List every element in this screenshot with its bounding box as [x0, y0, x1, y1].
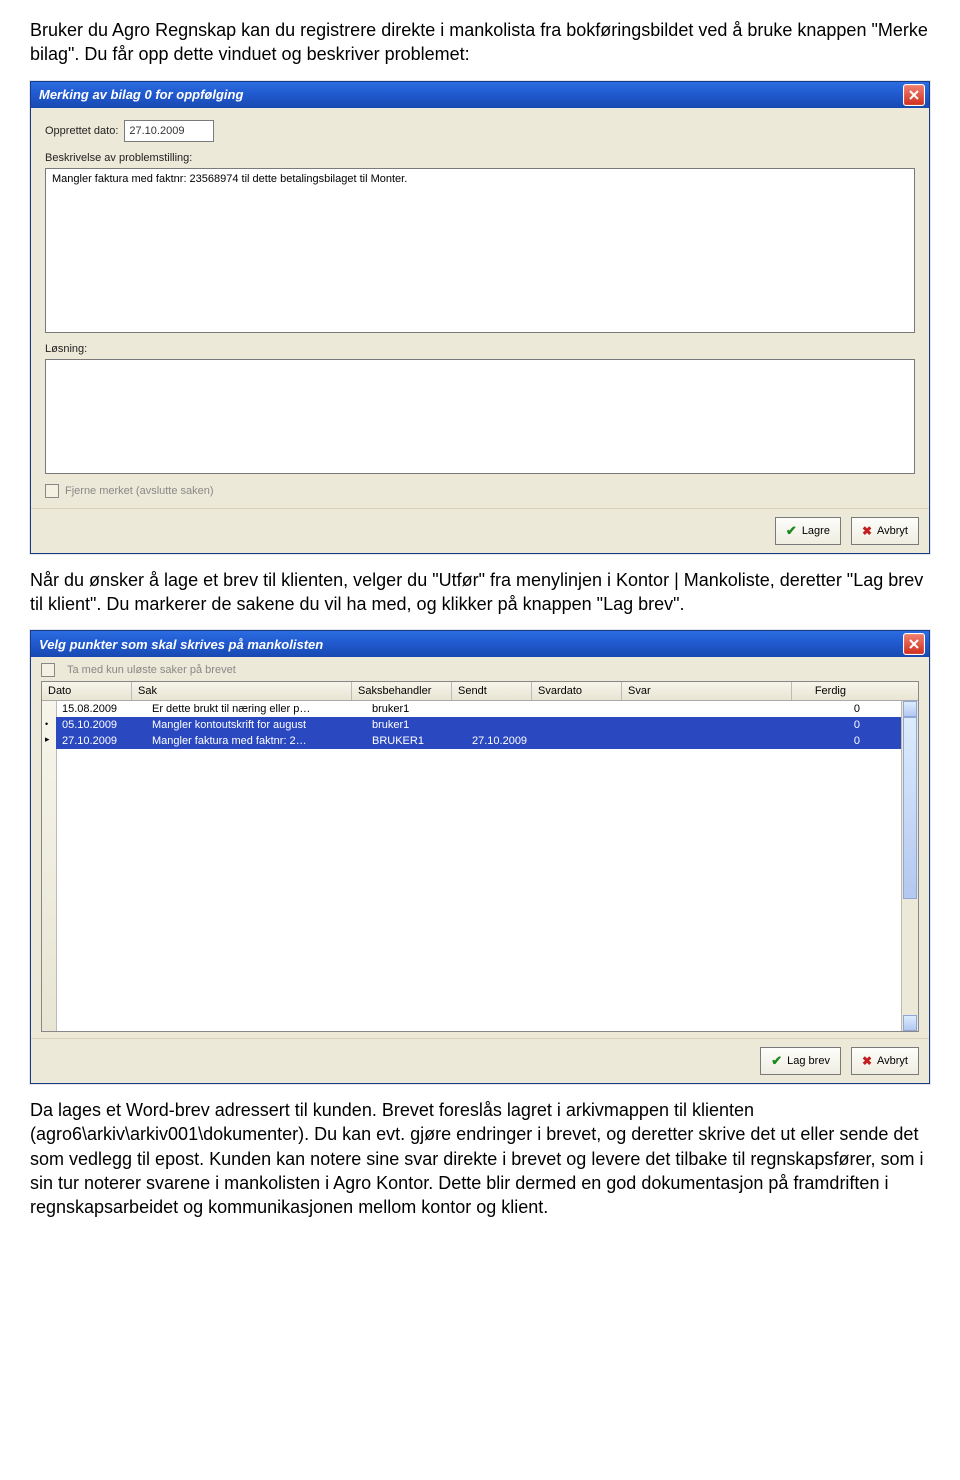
cell-sak: Mangler kontoutskrift for august [146, 717, 366, 733]
make-letter-button[interactable]: ✔ Lag brev [760, 1047, 841, 1075]
cell-svardato [546, 717, 636, 733]
grid-scrollbar[interactable] [901, 701, 918, 1031]
close-case-label: Fjerne merket (avslutte saken) [65, 485, 214, 497]
cancel-button-label: Avbryt [877, 1055, 908, 1067]
check-icon: ✔ [771, 1053, 782, 1069]
case-grid: Dato Sak Saksbehandler Sendt Svardato Sv… [41, 681, 919, 1032]
window-title: Velg punkter som skal skrives på mankoli… [39, 637, 323, 652]
dialog-merking-bilag: Merking av bilag 0 for oppfølging Oppret… [30, 81, 930, 554]
window-title: Merking av bilag 0 for oppfølging [39, 87, 243, 102]
created-date-field[interactable]: 27.10.2009 [124, 120, 214, 142]
col-saksbehandler[interactable]: Saksbehandler [352, 682, 452, 700]
cell-dato: 15.08.2009 [56, 701, 146, 717]
col-dato[interactable]: Dato [42, 682, 132, 700]
col-svardato[interactable]: Svardato [532, 682, 622, 700]
intro-paragraph-3: Da lages et Word-brev adressert til kund… [30, 1098, 930, 1219]
unsolved-only-checkbox[interactable] [41, 663, 55, 677]
save-button-label: Lagre [802, 525, 830, 537]
cell-saksbehandler: bruker1 [366, 717, 466, 733]
close-button[interactable] [903, 633, 925, 655]
close-case-checkbox[interactable] [45, 484, 59, 498]
intro-paragraph-1: Bruker du Agro Regnskap kan du registrer… [30, 18, 930, 67]
x-icon: ✖ [862, 1054, 872, 1068]
titlebar: Merking av bilag 0 for oppfølging [31, 82, 929, 108]
cell-ferdig: 0 [806, 717, 866, 733]
make-letter-label: Lag brev [787, 1055, 830, 1067]
intro-paragraph-2: Når du ønsker å lage et brev til kliente… [30, 568, 930, 617]
scroll-up-icon[interactable] [903, 701, 917, 717]
description-label: Beskrivelse av problemstilling: [45, 152, 915, 164]
cell-svar [636, 733, 806, 749]
x-icon: ✖ [862, 524, 872, 538]
cell-sendt [466, 717, 546, 733]
cell-svardato [546, 701, 636, 717]
col-sak[interactable]: Sak [132, 682, 352, 700]
cell-dato: 05.10.2009 [56, 717, 146, 733]
cell-sendt [466, 701, 546, 717]
cell-svar [636, 701, 806, 717]
grid-header: Dato Sak Saksbehandler Sendt Svardato Sv… [42, 682, 918, 701]
save-button[interactable]: ✔ Lagre [775, 517, 841, 545]
col-sendt[interactable]: Sendt [452, 682, 532, 700]
cell-ferdig: 0 [806, 701, 866, 717]
cell-dato: 27.10.2009 [56, 733, 146, 749]
col-svar[interactable]: Svar [622, 682, 792, 700]
cell-svardato [546, 733, 636, 749]
cell-ferdig: 0 [806, 733, 866, 749]
table-row[interactable]: 05.10.2009Mangler kontoutskrift for augu… [56, 717, 902, 733]
solution-label: Løsning: [45, 343, 915, 355]
titlebar: Velg punkter som skal skrives på mankoli… [31, 631, 929, 657]
cell-sak: Er dette brukt til næring eller p… [146, 701, 366, 717]
close-icon [909, 90, 919, 100]
scroll-down-icon[interactable] [903, 1015, 917, 1031]
cell-saksbehandler: bruker1 [366, 701, 466, 717]
col-ferdig[interactable]: Ferdig [792, 682, 852, 700]
grid-indicator-column: • ▸ [42, 701, 57, 1031]
dialog-velg-punkter: Velg punkter som skal skrives på mankoli… [30, 630, 930, 1084]
cancel-button[interactable]: ✖ Avbryt [851, 517, 919, 545]
solution-textarea[interactable] [45, 359, 915, 474]
check-icon: ✔ [786, 523, 797, 539]
cell-svar [636, 717, 806, 733]
cell-sak: Mangler faktura med faktnr: 2… [146, 733, 366, 749]
scroll-thumb[interactable] [903, 717, 917, 899]
created-date-label: Opprettet dato: [45, 125, 118, 137]
table-row[interactable]: 15.08.2009Er dette brukt til næring elle… [56, 701, 902, 717]
unsolved-only-label: Ta med kun uløste saker på brevet [67, 664, 236, 676]
cell-sendt: 27.10.2009 [466, 733, 546, 749]
close-icon [909, 639, 919, 649]
table-row[interactable]: 27.10.2009Mangler faktura med faktnr: 2…… [56, 733, 902, 749]
close-button[interactable] [903, 84, 925, 106]
cancel-button-label: Avbryt [877, 525, 908, 537]
cancel-button[interactable]: ✖ Avbryt [851, 1047, 919, 1075]
cell-saksbehandler: BRUKER1 [366, 733, 466, 749]
description-textarea[interactable]: Mangler faktura med faktnr: 23568974 til… [45, 168, 915, 333]
